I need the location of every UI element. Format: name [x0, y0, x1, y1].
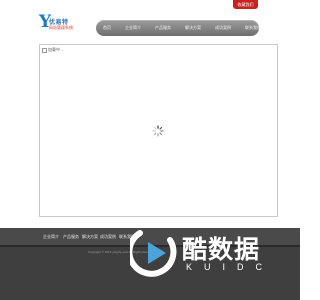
nav-item-home[interactable]: 首页 [103, 25, 111, 31]
nav-item-cases[interactable]: 成功案例 [215, 25, 231, 31]
broken-image: 加载中... [42, 47, 63, 53]
nav-item-solutions[interactable]: 解决方案 [185, 25, 201, 31]
footer-link-solutions[interactable]: 解决方案 [82, 234, 98, 240]
footer-link-products[interactable]: 产品服务 [63, 234, 79, 240]
favorite-button[interactable]: 收藏我们 [233, 0, 258, 9]
loading-spinner-icon [152, 125, 164, 137]
watermark: 酷数据 KUIDC [130, 226, 300, 300]
site-logo[interactable]: Y 优易特 网站管理系统 [39, 12, 79, 36]
nav-item-about[interactable]: 企业简介 [125, 25, 141, 31]
main-nav: 首页 企业简介 产品服务 解决方案 成功案例 联系我们 [96, 20, 261, 36]
watermark-title: 酷数据 [182, 235, 261, 264]
nav-item-products[interactable]: 产品服务 [155, 25, 171, 31]
watermark-play-logo-icon [130, 230, 177, 277]
watermark-subtitle: KUIDC [186, 262, 275, 272]
broken-image-alt: 加载中... [48, 47, 64, 52]
footer-link-cases[interactable]: 成功案例 [100, 234, 116, 240]
logo-subtitle: 网站管理系统 [49, 25, 73, 30]
content-frame: 加载中... [39, 44, 278, 217]
page: 收藏我们 Y 优易特 网站管理系统 首页 企业简介 产品服务 解决方案 成功案例… [0, 0, 300, 300]
nav-item-contact[interactable]: 联系我们 [245, 25, 261, 31]
footer-link-about[interactable]: 企业简介 [43, 234, 59, 240]
broken-image-icon [42, 47, 47, 53]
